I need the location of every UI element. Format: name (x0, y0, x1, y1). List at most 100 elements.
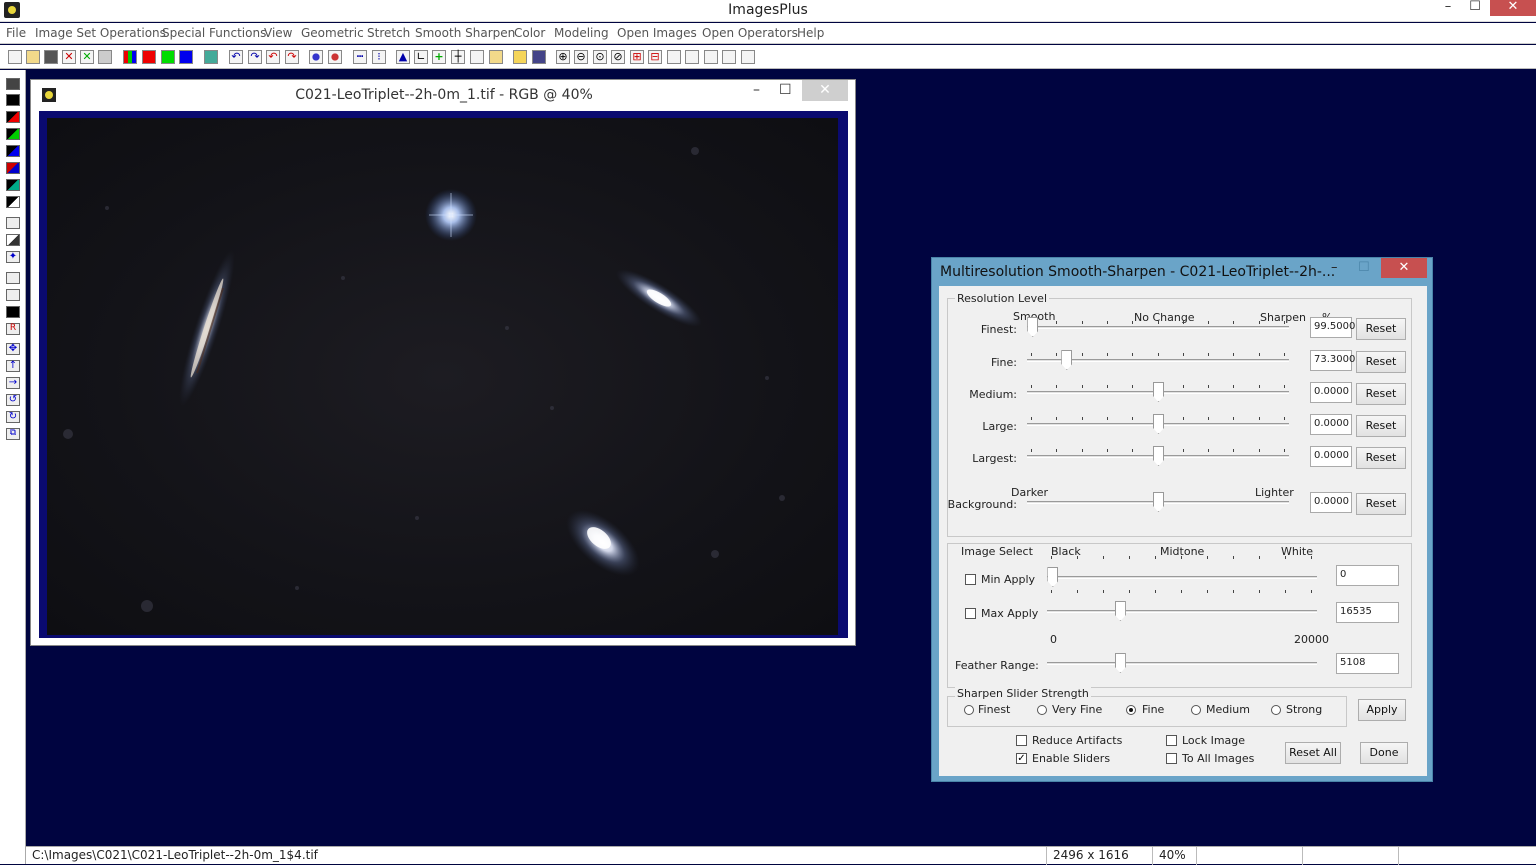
strength-medium-radio[interactable] (1191, 705, 1201, 715)
image-icon[interactable] (489, 50, 503, 64)
red-text-icon[interactable]: R (6, 323, 20, 335)
frame-5-icon[interactable] (741, 50, 755, 64)
fine-value[interactable]: 73.3000 (1310, 350, 1355, 371)
red-mix-icon[interactable] (6, 111, 20, 123)
menu-view[interactable]: View (264, 26, 292, 40)
minimize-button[interactable]: – (1435, 0, 1461, 16)
cyan-mix-icon[interactable] (6, 179, 20, 191)
blue-mix-icon[interactable] (6, 145, 20, 157)
lock-image-checkbox[interactable] (1166, 735, 1177, 746)
histogram-icon[interactable] (204, 50, 218, 64)
menu-special-functions[interactable]: Special Functions (162, 26, 266, 40)
plus-icon[interactable]: + (432, 50, 446, 64)
menu-smooth-sharpen[interactable]: Smooth Sharpen (415, 26, 515, 40)
menu-geometric[interactable]: Geometric (301, 26, 364, 40)
feather-range-value[interactable]: 5108 (1336, 653, 1399, 674)
frame-2-icon[interactable] (685, 50, 699, 64)
medium-value[interactable]: 0.0000 (1310, 382, 1352, 403)
triangle-icon[interactable]: ▲ (396, 50, 410, 64)
green-channel-icon[interactable] (161, 50, 175, 64)
strength-very-fine-radio[interactable] (1037, 705, 1047, 715)
zoom-minus-icon[interactable]: ⊟ (648, 50, 662, 64)
save-icon[interactable] (44, 50, 58, 64)
menu-open-operators[interactable]: Open Operators (702, 26, 798, 40)
menu-help[interactable]: Help (797, 26, 824, 40)
star-icon[interactable]: ✦ (6, 251, 20, 263)
copy-icon[interactable]: ⧉ (6, 428, 20, 440)
color-mix-icon[interactable] (6, 162, 20, 174)
arrow-right-icon[interactable]: → (6, 377, 20, 389)
red-channel-icon[interactable] (142, 50, 156, 64)
print-icon[interactable] (98, 50, 112, 64)
image-minimize-button[interactable]: – (753, 82, 760, 98)
min-apply-checkbox[interactable] (965, 574, 976, 585)
fill-icon[interactable] (6, 306, 20, 318)
menu-open-images[interactable]: Open Images (617, 26, 697, 40)
redo-icon[interactable]: ↷ (248, 50, 262, 64)
image-close-button[interactable]: ✕ (802, 80, 848, 101)
menu-stretch[interactable]: Stretch (367, 26, 410, 40)
mono-mix-icon[interactable] (6, 196, 20, 208)
rotate-left-icon[interactable]: ↺ (6, 394, 20, 406)
large-reset-button[interactable]: Reset (1356, 415, 1406, 437)
image-canvas[interactable] (47, 118, 838, 635)
close-image-icon[interactable]: ✕ (62, 50, 76, 64)
zoom-actual-icon[interactable]: ⊘ (611, 50, 625, 64)
menu-file[interactable]: File (6, 26, 26, 40)
dialog-close-button[interactable]: ✕ (1381, 258, 1427, 278)
close-all-icon[interactable]: ✕ (80, 50, 94, 64)
menu-color[interactable]: Color (514, 26, 545, 40)
close-button[interactable]: ✕ (1490, 0, 1536, 16)
largest-reset-button[interactable]: Reset (1356, 447, 1406, 469)
to-all-images-checkbox[interactable] (1166, 753, 1177, 764)
new-file-icon[interactable] (8, 50, 22, 64)
fine-reset-button[interactable]: Reset (1356, 351, 1406, 373)
rectangle-select-icon[interactable] (6, 272, 20, 284)
plot-icon[interactable]: ⁝ (372, 50, 386, 64)
max-apply-checkbox[interactable] (965, 608, 976, 619)
mask-icon[interactable] (309, 50, 323, 64)
zoom-in-icon[interactable]: ⊕ (556, 50, 570, 64)
axis-icon[interactable]: ∟ (414, 50, 428, 64)
curve-icon[interactable] (6, 234, 20, 246)
dialog-minimize-button[interactable]: – (1331, 260, 1338, 275)
move-icon[interactable]: ✥ (6, 343, 20, 355)
rotate-right-icon[interactable]: ↻ (6, 411, 20, 423)
apply-button[interactable]: Apply (1358, 699, 1406, 721)
zoom-plus-icon[interactable]: ⊞ (630, 50, 644, 64)
medium-reset-button[interactable]: Reset (1356, 383, 1406, 405)
lines-icon[interactable] (6, 289, 20, 301)
enable-sliders-checkbox[interactable]: ✓ (1016, 753, 1027, 764)
largest-value[interactable]: 0.0000 (1310, 446, 1352, 467)
zoom-out-icon[interactable]: ⊖ (574, 50, 588, 64)
image-maximize-button[interactable]: ☐ (779, 82, 792, 98)
pencil-icon[interactable] (513, 50, 527, 64)
finest-value[interactable]: 99.5000 (1310, 317, 1355, 338)
background-reset-button[interactable]: Reset (1356, 493, 1406, 515)
strength-strong-radio[interactable] (1271, 705, 1281, 715)
green-mix-icon[interactable] (6, 128, 20, 140)
rgb-channels-icon[interactable] (123, 50, 137, 64)
background-value[interactable]: 0.0000 (1310, 492, 1352, 513)
finest-reset-button[interactable]: Reset (1356, 318, 1406, 340)
maximize-button[interactable]: ☐ (1462, 0, 1488, 16)
zoom-fit-icon[interactable]: ⊙ (593, 50, 607, 64)
frame-4-icon[interactable] (722, 50, 736, 64)
strength-finest-radio[interactable] (964, 705, 974, 715)
lasso-icon[interactable] (6, 217, 20, 229)
strength-fine-radio[interactable] (1126, 705, 1136, 715)
open-folder-icon[interactable] (26, 50, 40, 64)
save-image-icon[interactable] (6, 78, 20, 90)
done-button[interactable]: Done (1360, 742, 1408, 764)
max-apply-value[interactable]: 16535 (1336, 602, 1399, 623)
undo-icon[interactable]: ↶ (229, 50, 243, 64)
crosshair-icon[interactable]: ┼ (451, 50, 465, 64)
mask-invert-icon[interactable] (328, 50, 342, 64)
arrow-up-icon[interactable]: ↑ (6, 360, 20, 372)
large-value[interactable]: 0.0000 (1310, 414, 1352, 435)
menu-image-set-operations[interactable]: Image Set Operations (35, 26, 166, 40)
undo-all-icon[interactable]: ↶ (266, 50, 280, 64)
menu-modeling[interactable]: Modeling (554, 26, 609, 40)
reduce-artifacts-checkbox[interactable] (1016, 735, 1027, 746)
blue-channel-icon[interactable] (179, 50, 193, 64)
